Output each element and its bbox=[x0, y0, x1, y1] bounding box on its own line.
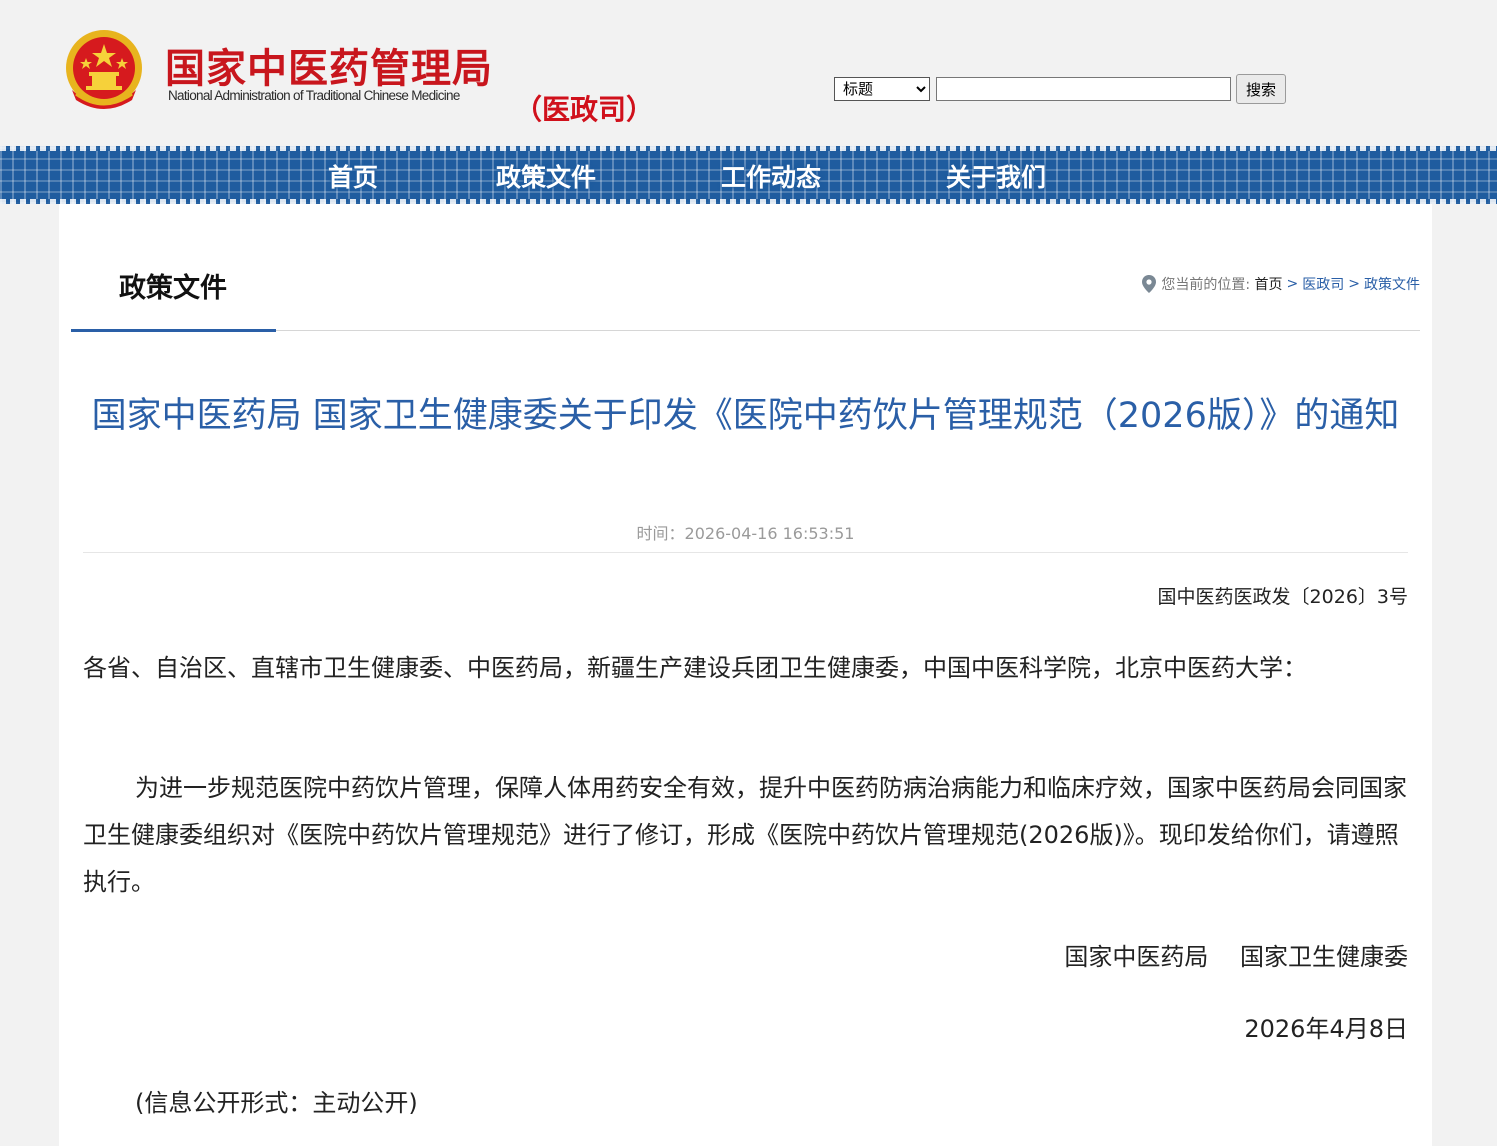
breadcrumb-home[interactable]: 首页 bbox=[1255, 274, 1283, 294]
article-time: 时间：2026-04-16 16:53:51 bbox=[636, 524, 855, 543]
nav-item-home[interactable]: 首页 bbox=[328, 158, 378, 194]
breadcrumb-separator: > bbox=[1286, 276, 1299, 292]
breadcrumb-department[interactable]: 医政司 bbox=[1302, 274, 1344, 294]
section-title: 政策文件 bbox=[119, 273, 227, 304]
nav-item-about[interactable]: 关于我们 bbox=[946, 158, 1046, 194]
nav-item-news[interactable]: 工作动态 bbox=[721, 158, 821, 194]
search-area: 标题 搜索 bbox=[834, 74, 1287, 104]
department-name: （医政司） bbox=[514, 93, 655, 126]
content-panel: 政策文件 您当前的位置: 首页 > 医政司 > 政策文件 国家中医药局 国家卫生… bbox=[59, 204, 1432, 1146]
section-divider-accent bbox=[71, 329, 276, 332]
location-pin-icon bbox=[1142, 275, 1157, 293]
document-number: 国中医药医政发〔2026〕3号 bbox=[1157, 586, 1408, 608]
search-type-select[interactable]: 标题 bbox=[834, 77, 930, 101]
article-body: 为进一步规范医院中药饮片管理，保障人体用药安全有效，提升中医药防病治病能力和临床… bbox=[83, 774, 1407, 896]
national-emblem-icon[interactable] bbox=[62, 28, 146, 114]
article-addressee: 各省、自治区、直辖市卫生健康委、中医药局，新疆生产建设兵团卫生健康委，中国中医科… bbox=[83, 654, 1307, 682]
site-header: 国家中医药管理局 National Administration of Trad… bbox=[0, 0, 1497, 146]
main-nav: 首页 政策文件 工作动态 关于我们 bbox=[0, 146, 1497, 204]
org-name-cn[interactable]: 国家中医药管理局 bbox=[165, 36, 493, 94]
org-name-en[interactable]: National Administration of Traditional C… bbox=[168, 88, 460, 103]
breadcrumb-prefix: 您当前的位置: bbox=[1161, 277, 1251, 293]
nav-item-policy[interactable]: 政策文件 bbox=[496, 158, 596, 194]
article-divider bbox=[83, 552, 1408, 553]
search-button[interactable]: 搜索 bbox=[1236, 74, 1287, 104]
breadcrumb: 您当前的位置: 首页 > 医政司 > 政策文件 bbox=[1142, 274, 1420, 294]
article-date: 2026年4月8日 bbox=[1244, 1015, 1408, 1043]
search-input[interactable] bbox=[936, 77, 1231, 101]
breadcrumb-policy[interactable]: 政策文件 bbox=[1364, 274, 1420, 294]
article-title: 国家中医药局 国家卫生健康委关于印发《医院中药饮片管理规范（2026版）》的通知 bbox=[91, 396, 1400, 436]
disclosure-note: (信息公开形式：主动公开) bbox=[135, 1089, 418, 1117]
article-signatories: 国家中医药局 国家卫生健康委 bbox=[1064, 943, 1408, 971]
breadcrumb-separator: > bbox=[1348, 276, 1360, 292]
